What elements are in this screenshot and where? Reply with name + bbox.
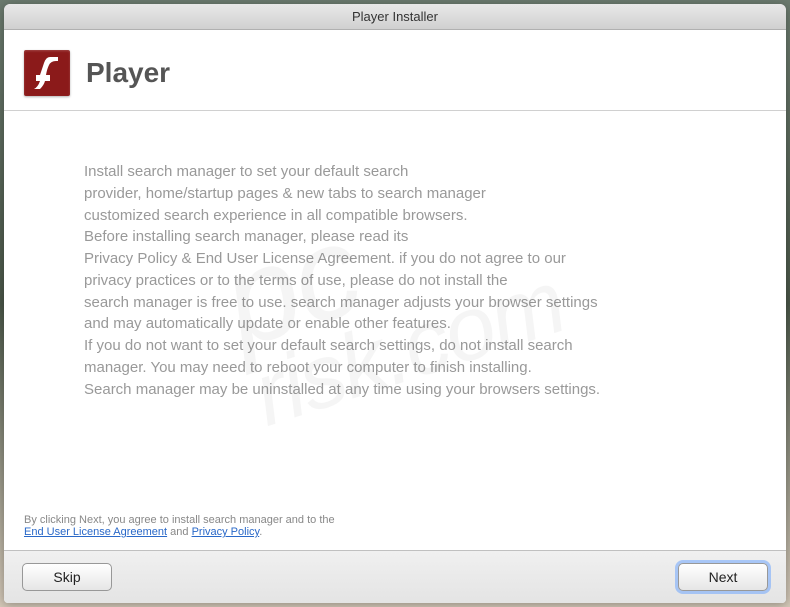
header: Player — [4, 30, 786, 111]
eula-link[interactable]: End User License Agreement — [24, 526, 167, 538]
body-text: Install search manager to set your defau… — [84, 161, 706, 400]
body-line: Privacy Policy & End User License Agreem… — [84, 250, 566, 267]
window-title: Player Installer — [352, 9, 438, 24]
next-button[interactable]: Next — [678, 563, 768, 591]
body-line: Install search manager to set your defau… — [84, 163, 408, 180]
body-line: If you do not want to set your default s… — [84, 337, 573, 354]
body-line: customized search experience in all comp… — [84, 207, 468, 224]
body-line: Search manager may be uninstalled at any… — [84, 381, 600, 398]
installer-window: Player Installer Player pc risk.com Inst… — [4, 4, 786, 603]
header-title: Player — [86, 57, 170, 89]
body-line: Before installing search manager, please… — [84, 228, 408, 245]
privacy-policy-link[interactable]: Privacy Policy — [192, 526, 260, 538]
button-bar: Skip Next — [4, 551, 786, 603]
body-line: privacy practices or to the terms of use… — [84, 272, 508, 289]
flash-icon — [24, 50, 70, 96]
footer-and: and — [167, 526, 191, 538]
body-line: and may automatically update or enable o… — [84, 315, 451, 332]
window-titlebar[interactable]: Player Installer — [4, 4, 786, 30]
content-area: pc risk.com Install search manager to se… — [4, 111, 786, 500]
footer-text: By clicking Next, you agree to install s… — [4, 500, 786, 551]
footer-suffix: . — [259, 526, 262, 538]
skip-button[interactable]: Skip — [22, 563, 112, 591]
footer-prefix: By clicking Next, you agree to install s… — [24, 514, 335, 526]
body-line: provider, home/startup pages & new tabs … — [84, 185, 486, 202]
body-line: search manager is free to use. search ma… — [84, 294, 598, 311]
body-line: manager. You may need to reboot your com… — [84, 359, 532, 376]
